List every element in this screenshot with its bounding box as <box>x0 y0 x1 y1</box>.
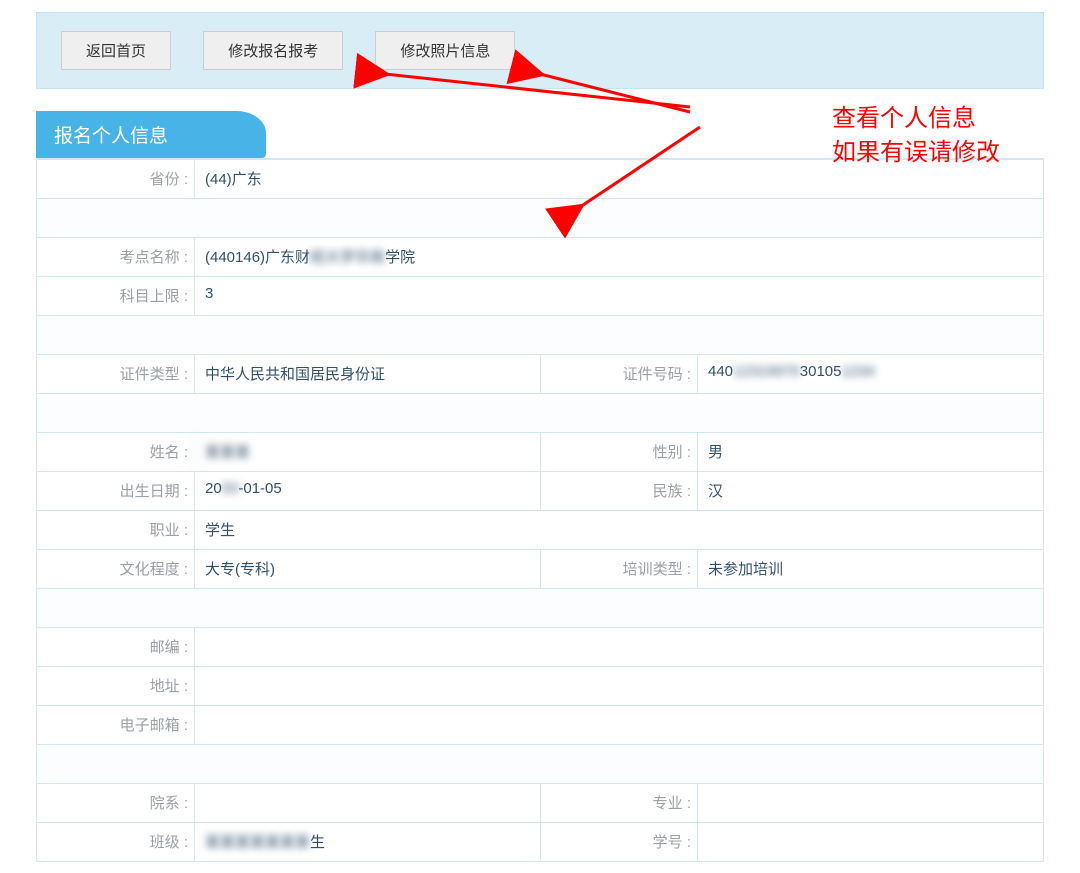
value-birth: 2003-01-05 <box>194 472 540 510</box>
label-name: 姓名 : <box>37 433 194 471</box>
spacer-row <box>37 393 1043 432</box>
label-exam-site: 考点名称 : <box>37 238 194 276</box>
value-subject-limit: 3 <box>194 277 1043 315</box>
row-class-studentid: 班级 : 某某某某某某某生 学号 : <box>37 822 1043 861</box>
row-birth-ethnic: 出生日期 : 2003-01-05 民族 : 汉 <box>37 471 1043 510</box>
label-subject-limit: 科目上限 : <box>37 277 194 315</box>
value-ethnic: 汉 <box>697 472 1043 510</box>
spacer-row <box>37 744 1043 783</box>
label-postcode: 邮编 : <box>37 628 194 666</box>
value-education: 大专(专科) <box>194 550 540 588</box>
value-id-number: 44012319970301051234 <box>697 355 1043 393</box>
spacer-row <box>37 198 1043 237</box>
value-major <box>697 784 1043 822</box>
row-subject-limit: 科目上限 : 3 <box>37 276 1043 315</box>
row-edu-training: 文化程度 : 大专(专科) 培训类型 : 未参加培训 <box>37 549 1043 588</box>
spacer-row <box>37 588 1043 627</box>
value-exam-site: (440146)广东财经大学华商学院 <box>194 238 1043 276</box>
value-student-id <box>697 823 1043 861</box>
row-faculty-major: 院系 : 专业 : <box>37 783 1043 822</box>
label-faculty: 院系 : <box>37 784 194 822</box>
label-training: 培训类型 : <box>540 550 697 588</box>
label-id-type: 证件类型 : <box>37 355 194 393</box>
label-birth: 出生日期 : <box>37 472 194 510</box>
value-class: 某某某某某某某生 <box>194 823 540 861</box>
label-gender: 性别 : <box>540 433 697 471</box>
row-address: 地址 : <box>37 666 1043 705</box>
label-ethnic: 民族 : <box>540 472 697 510</box>
annotation-text: 查看个人信息 如果有误请修改 <box>832 102 1000 170</box>
spacer-row <box>37 315 1043 354</box>
value-postcode <box>194 628 1043 666</box>
edit-registration-button[interactable]: 修改报名报考 <box>203 31 343 70</box>
top-toolbar: 返回首页 修改报名报考 修改照片信息 <box>36 12 1044 89</box>
value-faculty <box>194 784 540 822</box>
value-email <box>194 706 1043 744</box>
label-class: 班级 : <box>37 823 194 861</box>
value-training: 未参加培训 <box>697 550 1043 588</box>
label-email: 电子邮箱 : <box>37 706 194 744</box>
value-id-type: 中华人民共和国居民身份证 <box>194 355 540 393</box>
row-id: 证件类型 : 中华人民共和国居民身份证 证件号码 : 4401231997030… <box>37 354 1043 393</box>
row-exam-site: 考点名称 : (440146)广东财经大学华商学院 <box>37 237 1043 276</box>
annotation-line-2: 如果有误请修改 <box>832 139 1000 166</box>
label-province: 省份 : <box>37 160 194 198</box>
row-name-gender: 姓名 : 某某某 性别 : 男 <box>37 432 1043 471</box>
row-postcode: 邮编 : <box>37 627 1043 666</box>
back-button[interactable]: 返回首页 <box>61 31 171 70</box>
label-student-id: 学号 : <box>540 823 697 861</box>
value-gender: 男 <box>697 433 1043 471</box>
value-occupation: 学生 <box>194 511 1043 549</box>
annotation-line-1: 查看个人信息 <box>832 105 976 132</box>
label-major: 专业 : <box>540 784 697 822</box>
info-table: 省份 : (44)广东 考点名称 : (440146)广东财经大学华商学院 科目… <box>36 159 1044 862</box>
label-id-number: 证件号码 : <box>540 355 697 393</box>
value-address <box>194 667 1043 705</box>
row-email: 电子邮箱 : <box>37 705 1043 744</box>
label-address: 地址 : <box>37 667 194 705</box>
edit-photo-button[interactable]: 修改照片信息 <box>375 31 515 70</box>
label-education: 文化程度 : <box>37 550 194 588</box>
value-name: 某某某 <box>194 433 540 471</box>
label-occupation: 职业 : <box>37 511 194 549</box>
row-occupation: 职业 : 学生 <box>37 510 1043 549</box>
panel-title: 报名个人信息 <box>36 111 266 158</box>
